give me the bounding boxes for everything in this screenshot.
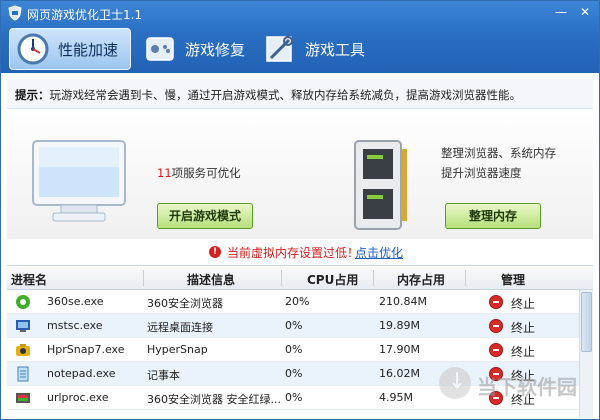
clean-memory-button[interactable]: 整理内存 [445,203,541,229]
header-manage[interactable]: 管理 [501,271,525,288]
service-count: 11 [157,166,172,180]
tip-text: 提示：玩游戏经常会遇到卡、慢，通过开启游戏模式、释放内存给系统减负，提高游戏浏览… [15,87,521,103]
stop-icon [489,319,503,333]
tab-performance[interactable]: 性能加速 [9,28,131,70]
optimize-link[interactable]: 点击优化 [355,244,403,261]
enable-game-mode-button[interactable]: 开启游戏模式 [157,203,253,229]
minimize-button[interactable]: — [553,5,569,19]
process-mem: 17.90M [379,343,420,356]
header-divider [281,270,282,286]
stop-label: 终止 [511,321,536,335]
header-description[interactable]: 描述信息 [187,271,235,288]
stop-icon [489,295,503,309]
stop-process-button[interactable]: 终止 [489,293,549,311]
remote-desktop-icon [16,320,30,332]
stop-label: 终止 [511,297,536,311]
app-window: 网页游戏优化卫士1.1 — ✕ 性能加速 游戏修复 游戏工具 提示：玩游戏经常会… [0,0,600,420]
process-desc: 远程桌面连接 [147,321,213,334]
stop-process-button[interactable]: 终止 [489,317,549,335]
tip-bar: 提示：玩游戏经常会遇到卡、慢，通过开启游戏模式、释放内存给系统减负，提高游戏浏览… [7,79,593,109]
header: 网页游戏优化卫士1.1 — ✕ 性能加速 游戏修复 游戏工具 [1,1,599,73]
process-cpu: 0% [285,391,303,404]
process-cpu: 0% [285,367,303,380]
scroll-thumb[interactable] [581,292,592,352]
header-divider [373,270,374,286]
memory-desc-line2: 提升浏览器速度 [441,166,522,180]
process-desc: 记事本 [147,369,180,382]
process-mem: 19.89M [379,319,420,332]
watermark-text: 当下软件园 [477,375,577,399]
download-icon [439,367,471,399]
process-mem: 210.84M [379,295,427,308]
urlproc-icon [16,393,30,403]
tab-game-tools-label: 游戏工具 [305,40,366,59]
process-desc: 360安全浏览器 [147,297,223,310]
process-cpu: 0% [285,319,303,332]
close-button[interactable]: ✕ [577,5,593,19]
warning-text: 当前虚拟内存设置过低！ [227,246,360,260]
table-row[interactable]: mstsc.exe 远程桌面连接 0% 19.89M 终止 [7,314,579,338]
table-row[interactable]: HprSnap7.exe HyperSnap 0% 17.90M 终止 [7,338,579,362]
process-name: HprSnap7.exe [47,343,125,356]
tab-game-tools[interactable]: 游戏工具 [263,28,365,70]
header-divider [465,270,466,286]
header-process-name[interactable]: 进程名 [11,271,47,288]
shield-app-icon [8,5,22,21]
process-name: 360se.exe [47,295,104,308]
notepad-icon [17,366,29,382]
table-header: 进程名 描述信息 CPU占用 内存占用 管理 [7,266,593,290]
header-memory[interactable]: 内存占用 [397,271,445,288]
process-cpu: 20% [285,295,310,308]
warning-bar: ! 当前虚拟内存设置过低！ 点击优化 [7,241,593,263]
table-row[interactable]: 360se.exe 360安全浏览器 20% 210.84M 终止 [7,290,579,314]
watermark: 当下软件园 [437,365,587,401]
header-divider [143,270,144,286]
process-name: mstsc.exe [47,319,103,332]
stop-process-button[interactable]: 终止 [489,341,549,359]
tip-label: 提示： [15,88,50,102]
tab-game-repair-label: 游戏修复 [185,40,246,59]
process-name: notepad.exe [47,367,116,380]
clock-gauge-icon [17,33,49,65]
monitor-icon [32,140,126,222]
process-desc: HyperSnap [147,343,208,356]
tab-game-repair[interactable]: 游戏修复 [143,28,245,70]
tab-performance-label: 性能加速 [58,40,119,59]
stop-icon [489,343,503,357]
process-name: urlproc.exe [47,391,109,404]
gamepad-repair-icon [146,37,174,61]
window-title: 网页游戏优化卫士1.1 [27,8,143,22]
warning-icon: ! [209,246,221,258]
hypersnap-icon [16,344,30,356]
stop-label: 终止 [511,345,536,359]
memory-desc-line1: 整理浏览器、系统内存 [441,146,556,160]
header-cpu[interactable]: CPU占用 [307,271,358,288]
tip-message: 玩游戏经常会遇到卡、慢，通过开启游戏模式、释放内存给系统减负，提高游戏浏览器性能… [49,88,522,102]
process-cpu: 0% [285,343,303,356]
optimize-panel: 11项服务可优化 开启游戏模式 整理浏览器、系统内存 提升浏览器速度 整理内存 [7,111,593,239]
360-browser-icon [16,295,30,309]
title-bar: 网页游戏优化卫士1.1 — ✕ [1,1,599,25]
tools-icon [266,36,293,62]
memory-card-icon [354,140,407,230]
service-suffix: 项服务可优化 [171,166,241,180]
service-count-text: 11项服务可优化 [157,165,241,181]
process-desc: 360安全浏览器 安全红绿... [147,393,281,406]
